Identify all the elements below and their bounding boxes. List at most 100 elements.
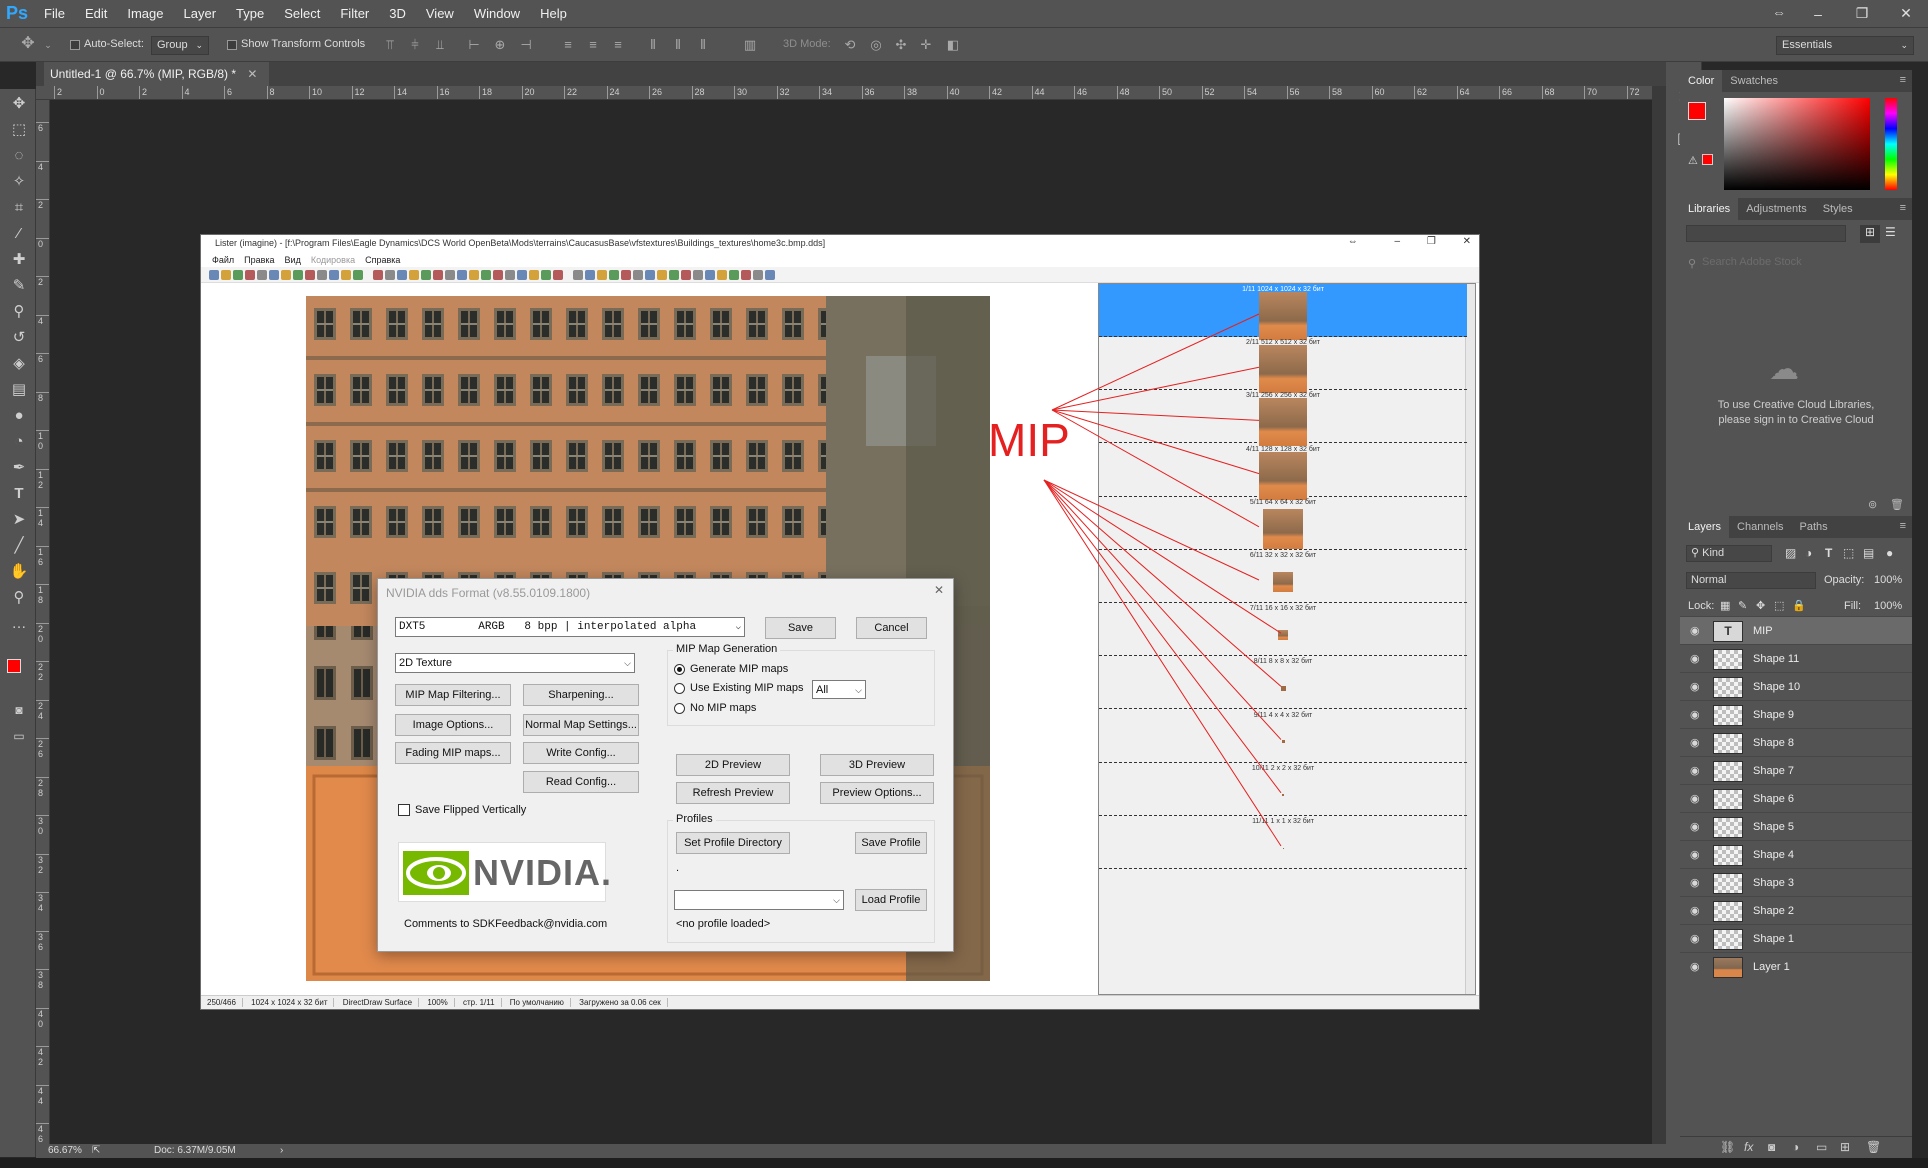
workspace-dropdown[interactable]: Essentials ⌄ xyxy=(1776,36,1914,55)
lister-close-button[interactable]: ✕ xyxy=(1463,236,1471,247)
menu-select[interactable]: Select xyxy=(274,0,330,27)
lister-toolbar-button[interactable] xyxy=(457,270,467,280)
restore-button[interactable]: ❐ xyxy=(1840,0,1884,27)
menu-image[interactable]: Image xyxy=(117,0,173,27)
path-selection-tool-icon[interactable]: ➤ xyxy=(8,509,30,531)
visibility-eye-icon[interactable]: ◉ xyxy=(1690,932,1700,945)
layer-row[interactable]: ◉ Shape 4 xyxy=(1680,840,1912,868)
lister-toolbar-button[interactable] xyxy=(353,270,363,280)
visibility-eye-icon[interactable]: ◉ xyxy=(1690,764,1700,777)
lister-menu-encoding[interactable]: Кодировка xyxy=(306,253,360,267)
lister-toolbar-button[interactable] xyxy=(609,270,619,280)
crop-tool-icon[interactable]: ⌗ xyxy=(8,197,30,219)
move-tool-icon[interactable]: ✥ xyxy=(8,93,30,115)
lister-toolbar-button[interactable] xyxy=(741,270,751,280)
more-tools-icon[interactable]: … xyxy=(8,613,30,635)
set-profile-directory-button[interactable]: Set Profile Directory xyxy=(676,832,790,854)
gradient-tool-icon[interactable]: ▤ xyxy=(8,379,30,401)
lister-toolbar-button[interactable] xyxy=(753,270,763,280)
tab-styles[interactable]: Styles xyxy=(1815,198,1861,220)
layer-row[interactable]: ◉ Shape 5 xyxy=(1680,812,1912,840)
lister-toolbar-button[interactable] xyxy=(517,270,527,280)
new-layer-icon[interactable]: ⊞ xyxy=(1840,1140,1850,1154)
lock-pixels-icon[interactable]: ✎ xyxy=(1738,599,1747,612)
tab-layers[interactable]: Layers xyxy=(1680,516,1730,538)
line-tool-icon[interactable]: ╱ xyxy=(8,535,30,557)
panel-menu-icon[interactable]: ≡ xyxy=(1900,202,1906,214)
3d-pan-icon[interactable]: ✣ xyxy=(893,37,909,53)
grid-view-icon[interactable]: ⊞ xyxy=(1860,225,1880,243)
status-menu-chevron-icon[interactable]: › xyxy=(280,1144,283,1158)
lock-artboard-icon[interactable]: ⬚ xyxy=(1774,599,1784,612)
lister-toolbar-button[interactable] xyxy=(597,270,607,280)
3d-rotate-icon[interactable]: ⟲ xyxy=(842,37,858,53)
lister-toolbar-button[interactable] xyxy=(409,270,419,280)
3d-preview-button[interactable]: 3D Preview xyxy=(820,754,934,776)
lister-minimize-button[interactable]: – xyxy=(1395,236,1401,247)
cc-sync-icon[interactable]: ⊚ xyxy=(1868,498,1877,511)
layer-style-icon[interactable]: fx xyxy=(1744,1140,1753,1154)
lister-toolbar-button[interactable] xyxy=(505,270,515,280)
adjustment-layer-icon[interactable]: ◑ xyxy=(1792,1140,1799,1154)
stock-search-input[interactable]: Search Adobe Stock xyxy=(1702,256,1802,268)
color-field[interactable] xyxy=(1724,98,1870,190)
lister-toolbar-button[interactable] xyxy=(553,270,563,280)
visibility-eye-icon[interactable]: ◉ xyxy=(1690,960,1700,973)
color-fg-swatch[interactable] xyxy=(1688,102,1706,120)
mip-level-item[interactable]: 10/11 2 x 2 x 32 бит xyxy=(1099,763,1467,816)
mip-level-item[interactable]: 4/11 128 x 128 x 32 бит xyxy=(1099,444,1467,500)
list-view-icon[interactable]: ☰ xyxy=(1885,225,1896,239)
eyedropper-tool-icon[interactable]: ⁄ xyxy=(8,223,30,245)
delete-layer-icon[interactable]: 🗑 xyxy=(1866,1140,1881,1154)
lister-toolbar-button[interactable] xyxy=(693,270,703,280)
visibility-eye-icon[interactable]: ◉ xyxy=(1690,652,1700,665)
lister-toolbar-button[interactable] xyxy=(257,270,267,280)
layer-row[interactable]: ◉ Shape 6 xyxy=(1680,784,1912,812)
image-options-button[interactable]: Image Options... xyxy=(395,714,511,736)
link-layers-icon[interactable]: ⛓ xyxy=(1720,1140,1735,1154)
lister-toolbar-button[interactable] xyxy=(433,270,443,280)
type-tool-icon[interactable]: T xyxy=(8,483,30,505)
gamut-swatch[interactable] xyxy=(1702,154,1713,165)
mip-level-item[interactable]: 6/11 32 x 32 x 32 бит xyxy=(1099,550,1467,603)
mip-level-item[interactable]: 7/11 16 x 16 x 32 бит xyxy=(1099,603,1467,657)
mip-level-list[interactable]: 1/11 1024 x 1024 x 32 бит 2/11 512 x 512 … xyxy=(1098,283,1476,995)
lister-menu-edit[interactable]: Правка xyxy=(239,253,279,267)
marquee-tool-icon[interactable]: ⬚ xyxy=(8,119,30,141)
minimize-button[interactable]: – xyxy=(1796,0,1840,27)
add-mask-icon[interactable]: ◙ xyxy=(1768,1140,1775,1154)
menu-layer[interactable]: Layer xyxy=(174,0,227,27)
transform-controls-checkbox[interactable] xyxy=(227,40,237,50)
mip-level-item[interactable]: 1/11 1024 x 1024 x 32 бит xyxy=(1099,284,1467,340)
lister-menu-file[interactable]: Файл xyxy=(207,253,239,267)
lister-toolbar-button[interactable] xyxy=(373,270,383,280)
blend-mode-select[interactable]: Normal xyxy=(1686,572,1816,589)
clone-stamp-tool-icon[interactable]: ⚲ xyxy=(8,301,30,323)
brush-tool-icon[interactable]: ✎ xyxy=(8,275,30,297)
distribute-right-icon[interactable]: ⦀ xyxy=(695,37,711,53)
lister-toolbar-button[interactable] xyxy=(445,270,455,280)
lister-toolbar-button[interactable] xyxy=(269,270,279,280)
lister-toolbar-button[interactable] xyxy=(681,270,691,280)
mip-level-item[interactable]: 5/11 64 x 64 x 32 бит xyxy=(1099,497,1467,550)
read-config-button[interactable]: Read Config... xyxy=(523,771,639,793)
trash-icon[interactable]: 🗑 xyxy=(1890,498,1904,511)
tab-color[interactable]: Color xyxy=(1680,70,1723,92)
lock-all-icon[interactable]: 🔒 xyxy=(1792,599,1806,612)
visibility-eye-icon[interactable]: ◉ xyxy=(1690,848,1700,861)
blur-tool-icon[interactable]: ● xyxy=(8,405,30,427)
foreground-color-swatch[interactable] xyxy=(7,659,21,673)
mip-count-select[interactable]: All ⌵ xyxy=(812,680,866,699)
panel-menu-icon[interactable]: ≡ xyxy=(1900,74,1906,86)
layer-filter-select[interactable]: ⚲ Kind xyxy=(1686,545,1772,562)
filter-type-icon[interactable]: T xyxy=(1825,546,1832,560)
layer-row[interactable]: ◉ Shape 10 xyxy=(1680,672,1912,700)
history-brush-tool-icon[interactable]: ↺ xyxy=(8,327,30,349)
filter-pixel-icon[interactable]: ▨ xyxy=(1785,546,1796,560)
lister-toolbar-button[interactable] xyxy=(397,270,407,280)
tab-libraries[interactable]: Libraries xyxy=(1680,198,1739,220)
save-profile-button[interactable]: Save Profile xyxy=(855,832,927,854)
texture-type-select[interactable]: 2D Texture ⌵ xyxy=(395,653,635,673)
fill-value[interactable]: 100% xyxy=(1874,600,1902,612)
sharpening-button[interactable]: Sharpening... xyxy=(523,684,639,706)
